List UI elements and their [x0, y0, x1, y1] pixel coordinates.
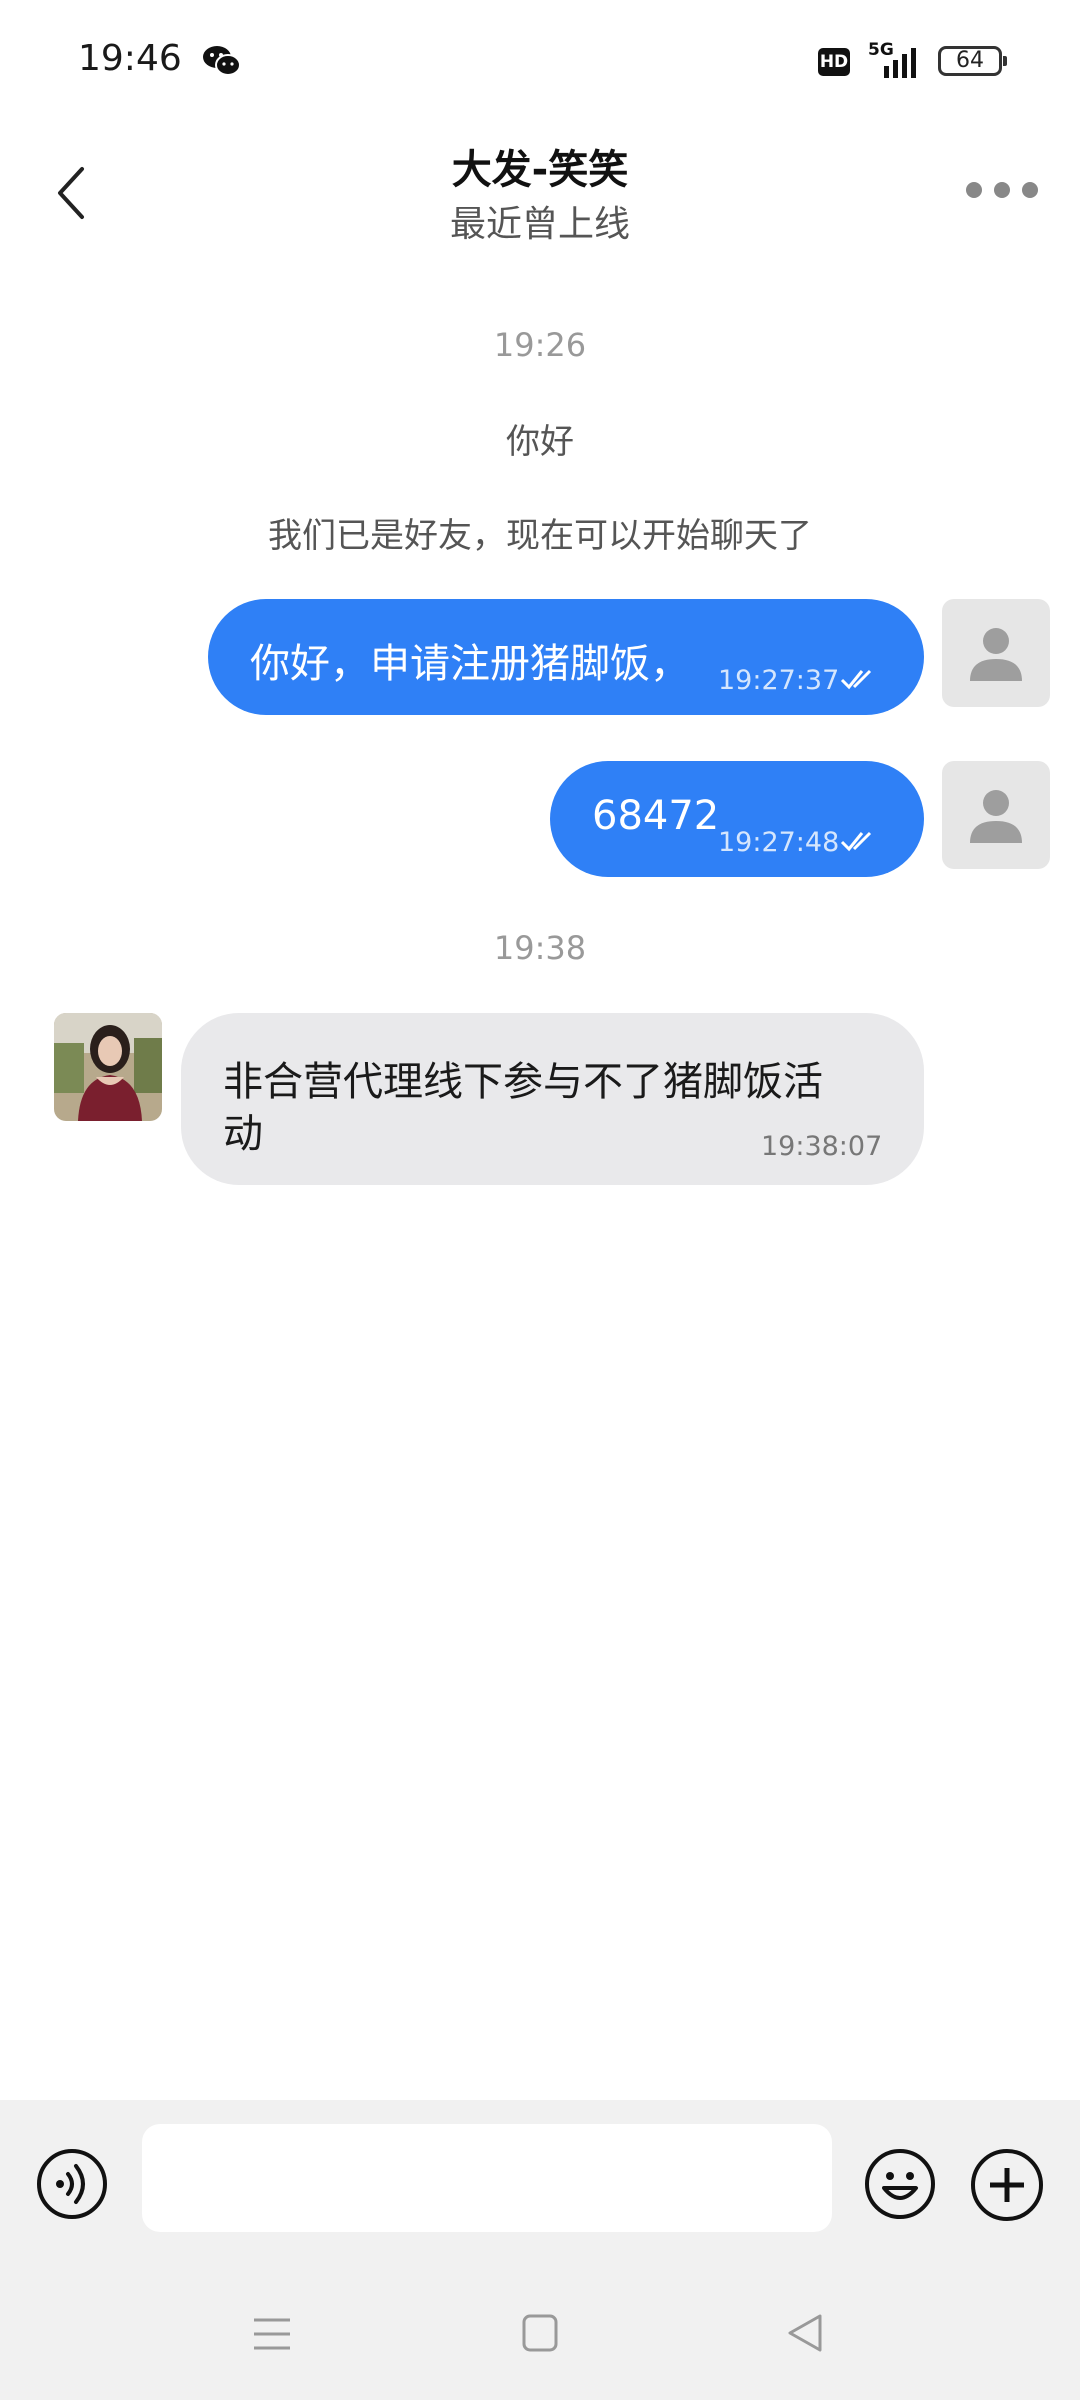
greeting-text: 你好: [506, 422, 574, 462]
friend-notice: 我们已是好友，现在可以开始聊天了: [268, 516, 812, 556]
message-text-line: 非合营代理线下参与不了猪脚饭活: [223, 1059, 823, 1105]
status-time: 19:46: [78, 38, 182, 79]
self-avatar[interactable]: [942, 599, 1050, 707]
emoji-icon[interactable]: [864, 2148, 936, 2220]
voice-icon[interactable]: [36, 2148, 108, 2220]
timestamp-divider: 19:38: [493, 929, 587, 967]
contact-name[interactable]: 大发-笑笑: [0, 137, 1080, 195]
message-time: 19:27:37: [718, 665, 840, 696]
incoming-message-bubble[interactable]: 非合营代理线下参与不了猪脚饭活 动 19:38:07: [181, 1013, 924, 1185]
double-check-icon: [840, 669, 872, 690]
message-time: 19:27:48: [718, 827, 840, 858]
outgoing-message-bubble[interactable]: 68472 19:27:48: [550, 761, 924, 877]
hd-badge: HD: [818, 48, 850, 76]
message-text-line: 动: [223, 1111, 263, 1157]
contact-status: 最近曾上线: [449, 204, 630, 245]
plus-icon[interactable]: [970, 2148, 1044, 2222]
timestamp-divider: 19:26: [493, 326, 587, 364]
double-check-icon: [840, 831, 872, 852]
message-input[interactable]: [142, 2124, 832, 2232]
message-text: 你好，申请注册猪脚饭，: [250, 641, 690, 687]
message-text: 68472: [592, 793, 720, 839]
person-icon: [970, 628, 1022, 681]
status-bar: 19:46 HD 5G 64: [0, 0, 1080, 125]
outgoing-message-bubble[interactable]: 你好，申请注册猪脚饭， 19:27:37: [208, 599, 924, 715]
more-dots-icon[interactable]: [964, 175, 1040, 205]
wechat-icon: [203, 46, 241, 76]
home-icon[interactable]: [522, 2314, 558, 2352]
input-bar: [0, 2100, 1080, 2280]
signal-icon: [884, 48, 916, 78]
navigation-bar: [0, 2280, 1080, 2400]
person-icon: [970, 790, 1022, 843]
self-avatar[interactable]: [942, 761, 1050, 869]
back-triangle-icon[interactable]: [784, 2312, 824, 2354]
message-time: 19:38:07: [761, 1131, 883, 1162]
contact-avatar[interactable]: [54, 1013, 162, 1121]
chat-header: 大发-笑笑 最近曾上线: [0, 125, 1080, 260]
menu-icon[interactable]: [252, 2314, 292, 2354]
battery-indicator: 64: [938, 46, 1007, 76]
